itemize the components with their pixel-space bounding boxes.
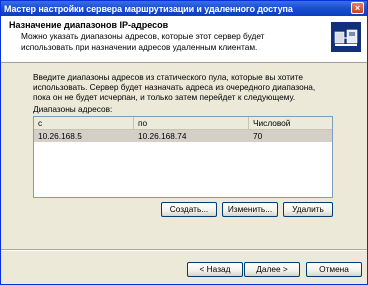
table-row[interactable]: 10.26.168.5 10.26.168.74 70 [34, 130, 332, 142]
list-header: с по Числовой [34, 117, 332, 130]
page-title: Назначение диапазонов IP-адресов [9, 20, 169, 30]
title-bar[interactable]: Мастер настройки сервера маршрутизации и… [1, 1, 367, 16]
footer-divider-highlight [1, 250, 367, 251]
network-wizard-icon [331, 22, 361, 52]
column-to[interactable]: по [134, 117, 249, 129]
cell-from: 10.26.168.5 [38, 131, 82, 141]
create-button[interactable]: Создать... [161, 202, 217, 217]
close-icon: × [354, 3, 361, 13]
column-count[interactable]: Числовой [249, 117, 332, 129]
delete-button[interactable]: Удалить [283, 202, 333, 217]
wizard-header: Назначение диапазонов IP-адресов Можно у… [1, 16, 367, 63]
cancel-button[interactable]: Отмена [306, 262, 362, 277]
edit-button[interactable]: Изменить... [222, 202, 278, 217]
cell-count: 70 [253, 131, 263, 141]
address-ranges-list[interactable]: с по Числовой 10.26.168.5 10.26.168.74 7… [33, 116, 333, 198]
column-from[interactable]: с [34, 117, 134, 129]
close-button[interactable]: × [351, 2, 364, 14]
cell-to: 10.26.168.74 [138, 131, 187, 141]
back-button[interactable]: < Назад [187, 262, 243, 277]
intro-text: Введите диапазоны адресов из статическог… [33, 72, 316, 102]
wizard-window: Мастер настройки сервера маршрутизации и… [0, 0, 368, 285]
page-description: Можно указать диапазоны адресов, которые… [21, 31, 265, 52]
address-ranges-label: Диапазоны адресов: [33, 104, 113, 114]
next-button[interactable]: Далее > [244, 262, 300, 277]
window-title: Мастер настройки сервера маршрутизации и… [4, 3, 293, 14]
